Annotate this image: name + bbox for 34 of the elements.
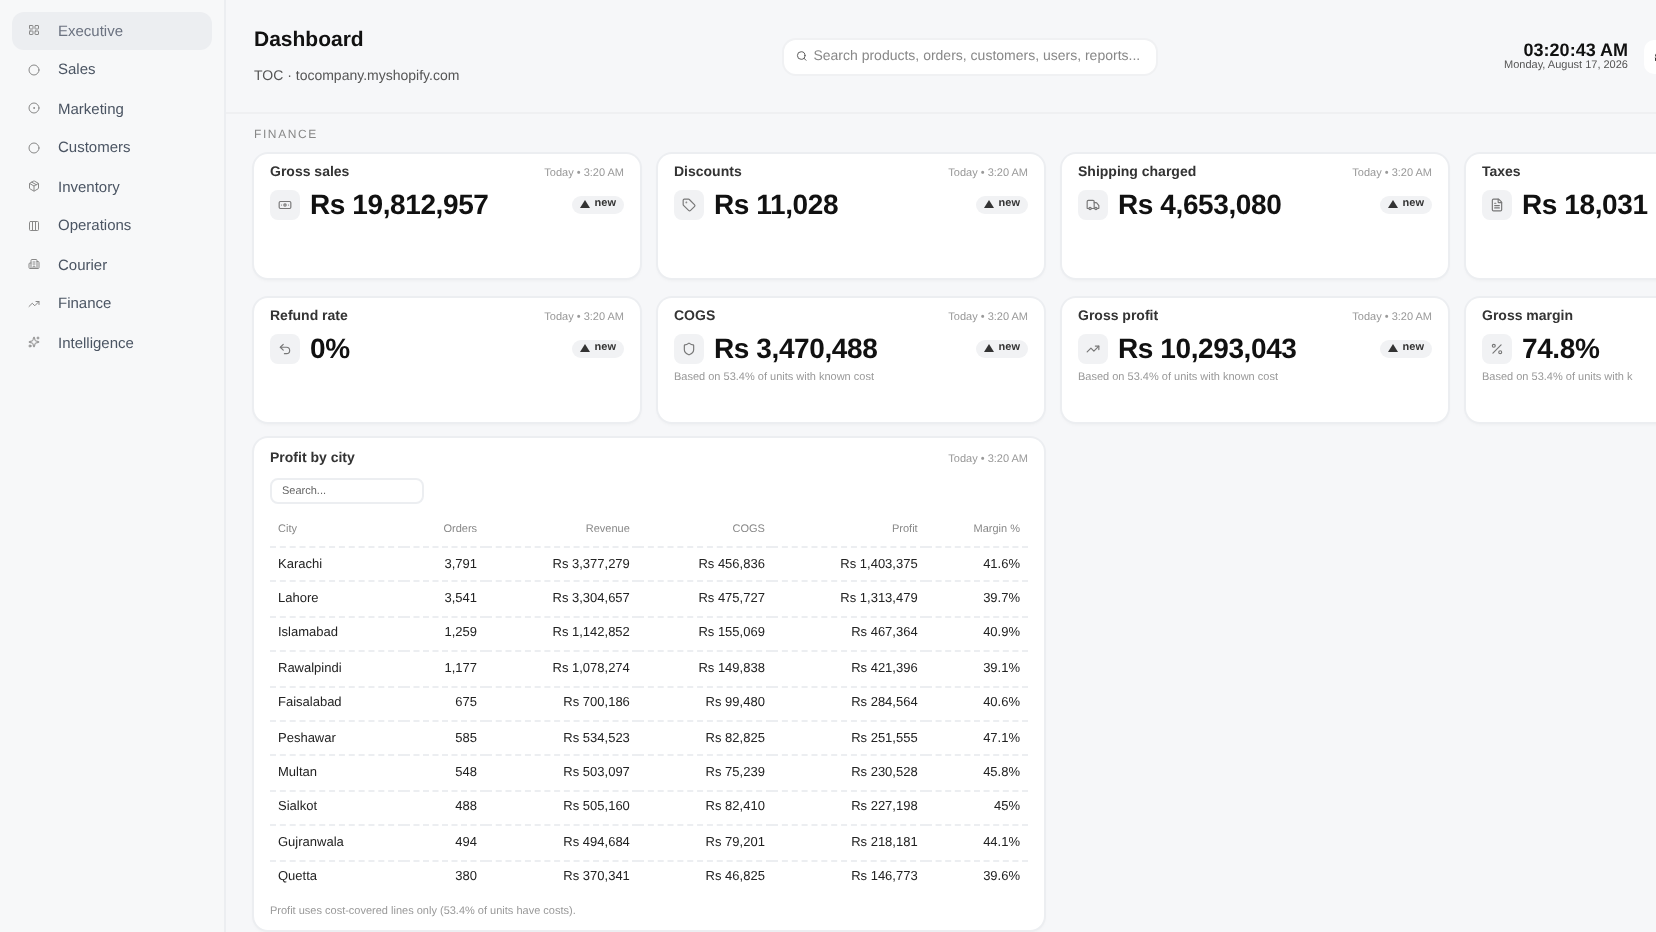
page-title: Dashboard (254, 28, 366, 52)
banknote-icon (270, 189, 300, 219)
metric-value: Rs 10,293,043 (1118, 332, 1297, 364)
metric-value: Rs 11,028 (714, 188, 839, 220)
shield-icon (674, 333, 704, 363)
undo-icon (270, 333, 300, 363)
tag-icon (674, 189, 704, 219)
document-icon (1482, 189, 1512, 219)
grid-icon (28, 24, 40, 37)
truck-icon (1078, 189, 1108, 219)
triangle-icon (984, 344, 995, 352)
triangle-icon (1388, 200, 1399, 208)
percent-icon (1482, 333, 1512, 363)
trend-icon (1078, 333, 1108, 363)
target-icon (28, 102, 40, 115)
metric-value: Rs 3,470,488 (714, 332, 878, 364)
triangle-icon (580, 200, 591, 208)
triangle-icon (984, 200, 995, 208)
columns-icon (28, 219, 40, 232)
sparkle-icon (28, 336, 40, 349)
triangle-icon (1388, 344, 1399, 352)
search-icon (796, 50, 808, 62)
metric-value: Rs 4,653,080 (1118, 188, 1282, 220)
clock-time: 03:20:43 AM (1523, 40, 1628, 60)
metric-value: 74.8% (1522, 332, 1600, 364)
metric-value: 0% (310, 332, 350, 364)
box-icon (28, 180, 40, 193)
circle-icon (28, 63, 40, 76)
metric-value: Rs 19,812,957 (310, 188, 489, 220)
triangle-icon (580, 344, 591, 352)
circle-icon (28, 141, 40, 154)
chart-icon (28, 297, 40, 310)
building-icon (28, 258, 40, 271)
metric-value: Rs 18,031 (1522, 188, 1648, 220)
